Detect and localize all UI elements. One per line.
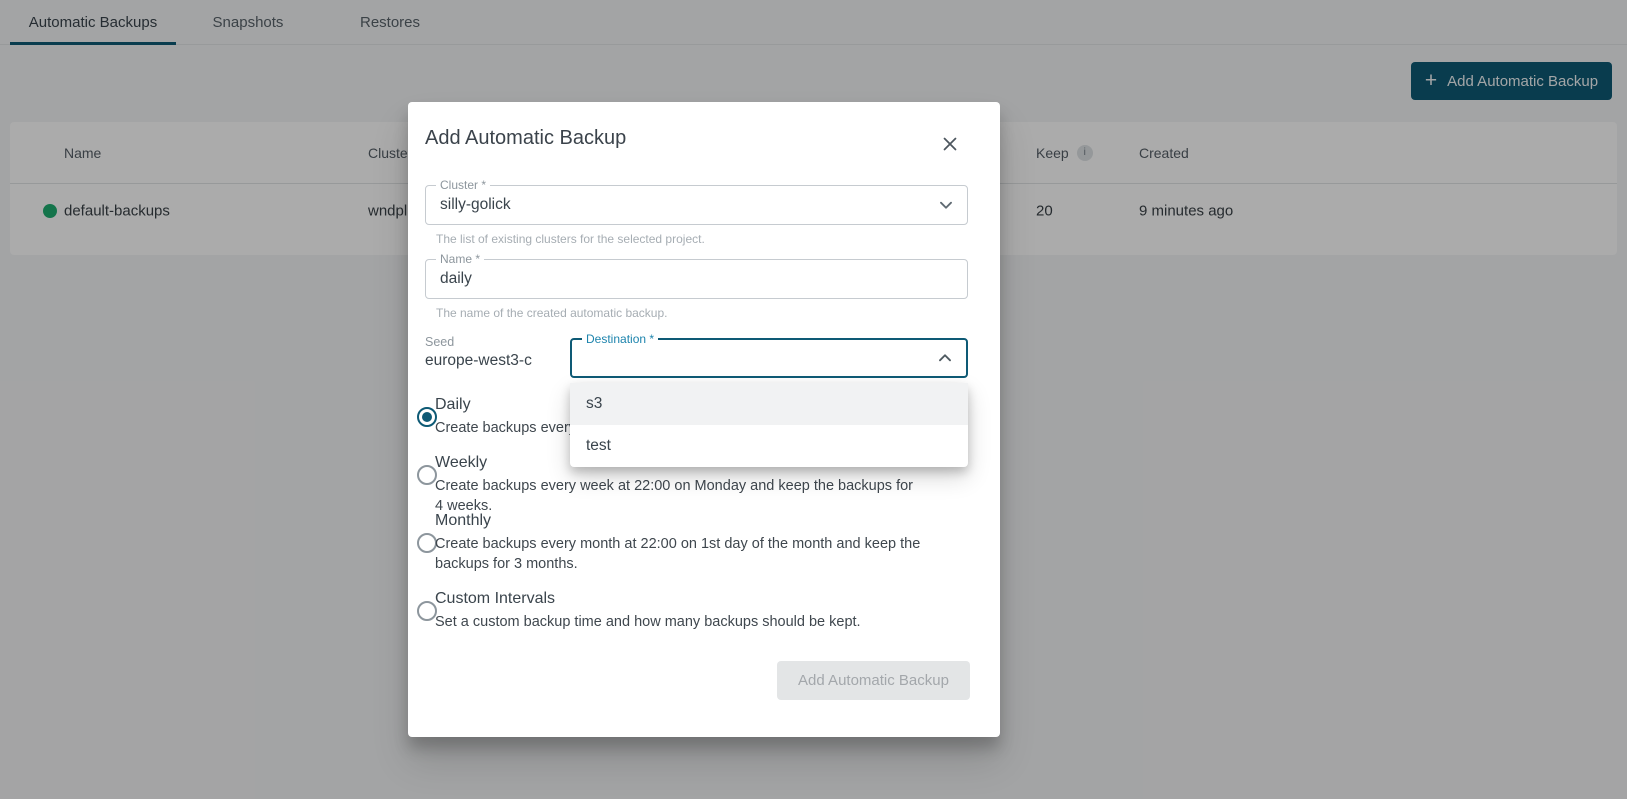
seed-label: Seed xyxy=(425,335,454,349)
schedule-label: Monthly xyxy=(435,512,491,530)
name-value: daily xyxy=(440,270,472,288)
submit-add-backup-button[interactable]: Add Automatic Backup xyxy=(777,661,970,700)
add-backup-dialog: Add Automatic Backup Cluster * silly-gol… xyxy=(408,102,1000,737)
chevron-up-icon[interactable] xyxy=(934,347,956,369)
destination-option-s3[interactable]: s3 xyxy=(570,383,968,425)
cluster-label: Cluster * xyxy=(436,178,490,192)
schedule-description: Create backups every month at 22:00 on 1… xyxy=(435,534,925,574)
destination-option-test[interactable]: test xyxy=(570,425,968,467)
schedule-description: Create backups every week at 22:00 on Mo… xyxy=(435,476,925,516)
schedule-description: Set a custom backup time and how many ba… xyxy=(435,612,925,632)
seed-value: europe-west3-c xyxy=(425,352,532,370)
schedule-label: Weekly xyxy=(435,454,487,472)
radio-daily[interactable] xyxy=(417,407,437,427)
radio-custom-intervals[interactable] xyxy=(417,601,437,621)
schedule-label: Custom Intervals xyxy=(435,590,555,608)
dialog-title: Add Automatic Backup xyxy=(425,127,626,150)
destination-label: Destination * xyxy=(582,332,658,346)
name-helper-text: The name of the created automatic backup… xyxy=(436,306,667,320)
cluster-helper-text: The list of existing clusters for the se… xyxy=(436,232,705,246)
close-icon[interactable] xyxy=(936,130,964,158)
name-label: Name * xyxy=(436,252,484,266)
radio-weekly[interactable] xyxy=(417,465,437,485)
radio-monthly[interactable] xyxy=(417,533,437,553)
destination-select[interactable]: Destination * xyxy=(570,338,968,378)
destination-options-menu: s3 test xyxy=(570,383,968,467)
chevron-down-icon[interactable] xyxy=(935,194,957,216)
cluster-select[interactable]: Cluster * silly-golick xyxy=(425,185,968,225)
cluster-value: silly-golick xyxy=(440,196,511,214)
name-input[interactable]: Name * daily xyxy=(425,259,968,299)
schedule-label: Daily xyxy=(435,396,471,414)
